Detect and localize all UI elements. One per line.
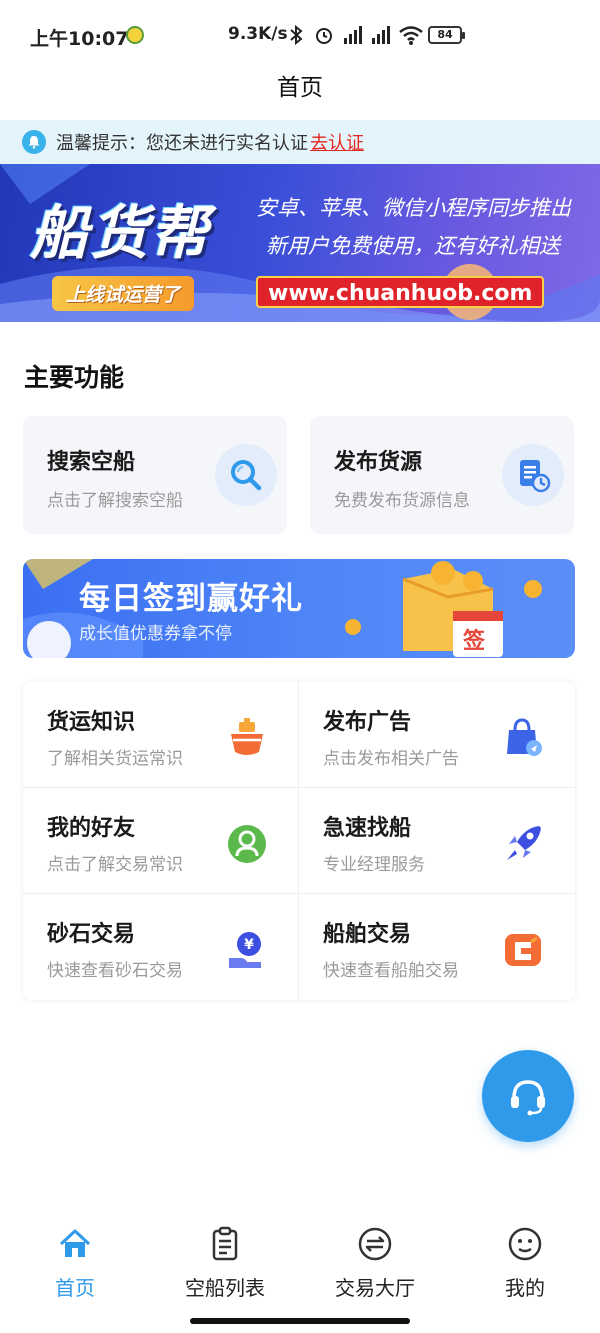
grid-item-title: 急速找船	[323, 816, 412, 841]
shopping-bag-icon	[507, 718, 542, 756]
grid-item-my-friends[interactable]: 我的好友 点击了解交易常识	[23, 788, 299, 894]
home-indicator	[190, 1318, 410, 1324]
section-title: 主要功能	[24, 363, 125, 392]
grid-item-subtitle: 了解相关货运常识	[47, 749, 183, 769]
notice-text: 您还未进行实名认证	[146, 133, 308, 154]
checkin-badge: 签	[463, 629, 486, 654]
checkin-subtitle: 成长值优惠券拿不停	[79, 624, 232, 644]
page-header: 首页	[0, 70, 600, 120]
grid-item-subtitle: 快速查看砂石交易	[47, 961, 183, 981]
banner-url: www.chuanhuob.com	[256, 276, 545, 308]
grid-item-subtitle: 点击了解交易常识	[47, 855, 183, 875]
wifi-icon	[399, 26, 423, 45]
banner-tag: 上线试运营了	[52, 276, 195, 311]
grid-item-subtitle: 点击发布相关广告	[323, 749, 459, 769]
publish-doc-icon	[502, 444, 564, 506]
banner-logo: 船货帮	[30, 199, 211, 267]
grid-item-title: 我的好友	[47, 816, 136, 841]
nav-item-mine[interactable]: 我的	[450, 1226, 600, 1301]
feature-card-publish-cargo[interactable]: 发布货源 免费发布货源信息	[310, 416, 574, 534]
grid-item-subtitle: 专业经理服务	[323, 855, 425, 875]
network-speed: 9.3K/s	[228, 24, 288, 44]
feature-title: 搜索空船	[47, 450, 136, 475]
status-bar: 上午10:07 9.3K/s 84	[0, 0, 600, 70]
grid-item-title: 砂石交易	[47, 922, 136, 947]
nav-label: 首页	[55, 1276, 95, 1300]
rocket-icon	[507, 826, 541, 860]
signal-icon	[372, 26, 390, 44]
function-grid: 货运知识 了解相关货运常识 发布广告 点击发布相关广告 我的好友 点击了解交易常…	[23, 682, 575, 1000]
app-notification-icon	[126, 26, 144, 44]
feature-subtitle: 点击了解搜索空船	[47, 491, 183, 511]
smile-icon	[508, 1227, 542, 1261]
feature-card-search-ship[interactable]: 搜索空船 点击了解搜索空船	[23, 416, 287, 534]
checkin-banner[interactable]: 每日签到赢好礼 成长值优惠券拿不停 签	[23, 559, 575, 658]
swap-icon	[358, 1227, 392, 1261]
friend-icon	[228, 825, 266, 863]
bluetooth-icon	[290, 24, 303, 46]
customer-service-button[interactable]	[482, 1050, 574, 1142]
grid-item-subtitle: 快速查看船舶交易	[323, 961, 459, 981]
notice-label: 温馨提示：	[56, 133, 146, 154]
nav-item-trading-hall[interactable]: 交易大厅	[300, 1226, 450, 1301]
svg-text:¥: ¥	[244, 937, 254, 953]
ship-icon	[231, 718, 263, 755]
grid-item-rapid-find-ship[interactable]: 急速找船 专业经理服务	[299, 788, 575, 894]
nav-item-empty-ship-list[interactable]: 空船列表	[150, 1226, 300, 1301]
nav-label: 我的	[505, 1276, 545, 1300]
status-time: 上午10:07	[30, 28, 129, 50]
search-icon	[215, 444, 277, 506]
bottom-nav: 首页 空船列表 交易大厅 我的	[0, 1214, 600, 1333]
notice-bar: 温馨提示： 您还未进行实名认证 去认证	[0, 120, 600, 164]
grid-item-title: 船舶交易	[323, 922, 412, 947]
headset-icon	[511, 1080, 545, 1116]
verify-link[interactable]: 去认证	[310, 129, 364, 155]
home-icon	[59, 1229, 91, 1257]
banner-subheadline: 新用户免费使用，还有好礼相送	[266, 234, 560, 258]
checkin-title: 每日签到赢好礼	[79, 581, 303, 617]
alarm-icon	[316, 28, 332, 44]
clipboard-list-icon	[212, 1226, 238, 1261]
yuan-hand-icon: ¥	[229, 932, 261, 968]
feature-subtitle: 免费发布货源信息	[334, 491, 470, 511]
battery-indicator: 84	[428, 26, 465, 44]
page-title: 首页	[277, 75, 323, 101]
grid-item-title: 发布广告	[323, 710, 412, 735]
grid-item-freight-knowledge[interactable]: 货运知识 了解相关货运常识	[23, 682, 299, 788]
grid-item-ship-trade[interactable]: 船舶交易 快速查看船舶交易	[299, 894, 575, 1000]
grid-item-title: 货运知识	[47, 710, 136, 735]
nav-item-home[interactable]: 首页	[0, 1226, 150, 1301]
status-icons	[286, 24, 424, 46]
bell-icon	[22, 130, 46, 154]
grid-item-publish-ad[interactable]: 发布广告 点击发布相关广告	[299, 682, 575, 788]
nav-label: 交易大厅	[335, 1276, 415, 1300]
promo-banner[interactable]: 船货帮 上线试运营了 安卓、苹果、微信小程序同步推出 新用户免费使用，还有好礼相…	[0, 164, 600, 322]
grid-item-gravel-trade[interactable]: 砂石交易 快速查看砂石交易 ¥	[23, 894, 299, 1000]
banner-headline: 安卓、苹果、微信小程序同步推出	[256, 196, 571, 220]
feature-title: 发布货源	[334, 450, 423, 475]
nav-label: 空船列表	[185, 1276, 265, 1300]
exchange-icon	[505, 934, 541, 966]
signal-icon	[344, 26, 362, 44]
